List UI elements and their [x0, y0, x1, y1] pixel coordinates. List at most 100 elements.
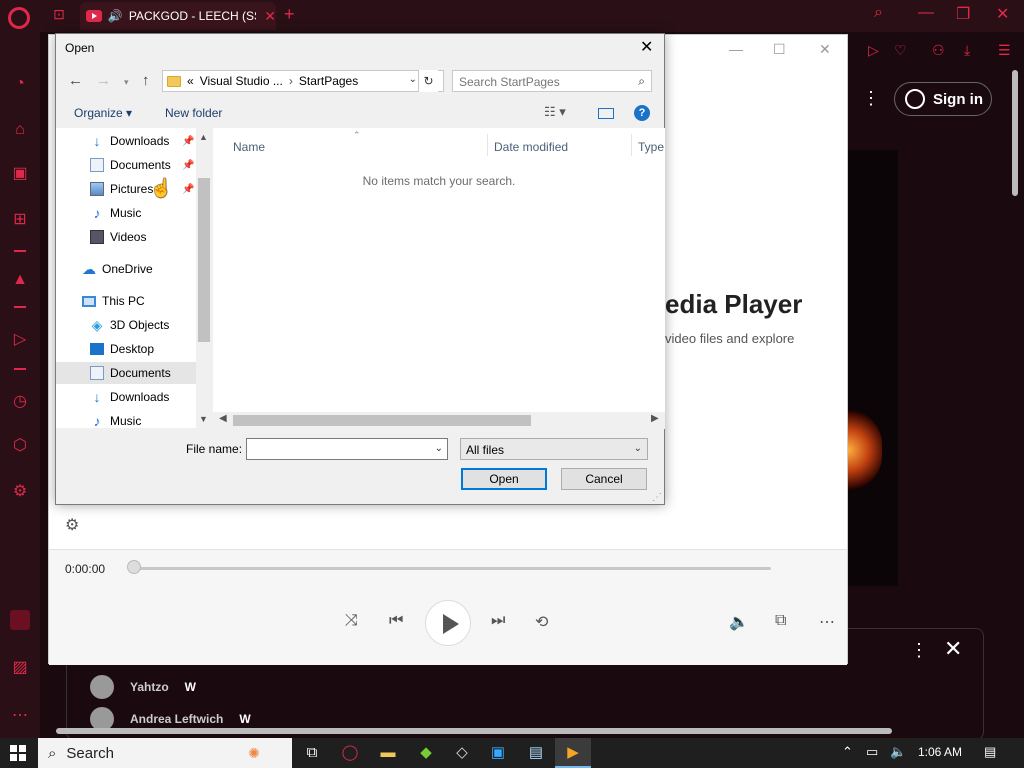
scroll-right-icon[interactable]: ▶ [651, 413, 659, 424]
speed-dial-icon[interactable]: ◔ [10, 74, 30, 94]
nav-item-desktop[interactable]: Desktop [56, 338, 196, 360]
repeat-icon[interactable]: ⟲ [535, 612, 548, 632]
address-bar[interactable]: « Visual Studio ... › StartPages ⌄ [162, 70, 444, 92]
nav-item-pictures[interactable]: Pictures [56, 178, 196, 200]
file-explorer-icon[interactable]: ▬ [378, 743, 398, 763]
roblox-icon[interactable]: ◇ [452, 743, 472, 763]
up-arrow-icon[interactable]: ↑ [142, 72, 150, 89]
store-icon[interactable]: ▣ [488, 743, 508, 763]
column-header-type[interactable]: Type [638, 140, 664, 154]
chat-close-icon[interactable]: ✕ [944, 636, 962, 662]
page-scrollbar[interactable] [1012, 70, 1018, 196]
column-header-name[interactable]: Name [233, 140, 265, 154]
pin-icon[interactable]: 📌 [182, 184, 194, 195]
address-dropdown-icon[interactable]: ⌄ [409, 74, 417, 85]
more-icon[interactable]: ⋯ [10, 706, 30, 726]
search-input[interactable]: Search StartPages ⌕ [452, 70, 652, 92]
forward-arrow-icon[interactable]: → [96, 72, 111, 89]
back-arrow-icon[interactable]: ← [68, 72, 83, 89]
tab-close-icon[interactable]: ✕ [264, 8, 276, 25]
nav-item-onedrive[interactable]: ☁ OneDrive [56, 258, 196, 280]
scrollbar-thumb[interactable] [233, 415, 531, 426]
miniplayer-icon[interactable]: ⧉ [775, 612, 786, 630]
search-icon[interactable]: ⌕ [874, 4, 883, 22]
file-name-dropdown-icon[interactable]: ⌄ [435, 443, 443, 454]
media-player-icon[interactable]: ▶ [563, 743, 583, 763]
play-button[interactable] [425, 600, 471, 646]
scrollbar-thumb[interactable] [198, 178, 210, 342]
nav-item-downloads[interactable]: ↓ Downloads [56, 130, 196, 152]
refresh-icon[interactable]: ↻ [418, 70, 438, 92]
heart-icon[interactable]: ♡ [894, 42, 907, 59]
scroll-down-icon[interactable]: ▼ [199, 414, 208, 424]
new-tab-button[interactable]: + [284, 4, 295, 25]
seek-handle[interactable] [127, 560, 141, 574]
seek-slider[interactable] [133, 567, 771, 570]
nav-item-3d-objects[interactable]: ◈ 3D Objects [56, 314, 196, 336]
organize-button[interactable]: Organize ▾ [74, 106, 132, 120]
tab-group-icon[interactable]: ⊡ [44, 6, 74, 26]
open-button[interactable]: Open [461, 468, 547, 490]
nav-pane-scrollbar[interactable]: ▲ ▼ [196, 128, 212, 428]
start-button[interactable] [10, 745, 26, 761]
volume-icon[interactable]: 🔈 [890, 744, 906, 760]
file-type-select[interactable]: All files ⌄ [460, 438, 648, 460]
volume-icon[interactable]: 🔈 [729, 612, 749, 632]
twitch-icon[interactable]: ▣ [10, 164, 30, 184]
workspace-icon[interactable] [10, 610, 30, 630]
breadcrumb-visual-studio[interactable]: Visual Studio ... [200, 74, 283, 88]
pin-icon[interactable]: 📌 [182, 136, 194, 147]
breadcrumb-separator[interactable]: › [289, 74, 293, 88]
view-options-icon[interactable]: ☷ ▾ [544, 104, 566, 120]
visual-studio-icon[interactable]: ◆ [416, 743, 436, 763]
restore-button[interactable]: ❐ [956, 4, 970, 24]
clock[interactable]: 1:06 AM [918, 745, 962, 759]
paint-icon[interactable]: ▤ [526, 743, 546, 763]
more-icon[interactable]: ⋯ [819, 612, 835, 632]
notifications-icon[interactable]: ▤ [984, 744, 996, 760]
scroll-left-icon[interactable]: ◀ [219, 413, 227, 424]
pin-icon[interactable]: 📌 [182, 160, 194, 171]
new-folder-button[interactable]: New folder [165, 106, 222, 120]
player-icon[interactable]: ▷ [10, 330, 30, 350]
tab-packgod[interactable]: 🔊 PACKGOD - LEECH (SSS ✕ [80, 2, 276, 30]
cancel-button[interactable]: Cancel [561, 468, 647, 490]
shield-icon[interactable]: ▷ [868, 42, 879, 59]
scrollbar-thumb[interactable] [56, 728, 892, 734]
next-icon[interactable]: ⏭ [491, 612, 505, 630]
dialog-close-icon[interactable]: ✕ [640, 37, 653, 57]
nav-item-music[interactable]: ♪ Music [56, 202, 196, 224]
nav-item-videos[interactable]: Videos [56, 226, 196, 248]
speaker-icon[interactable]: 🔊 [108, 9, 123, 23]
nav-item-music[interactable]: ♪ Music [56, 410, 196, 428]
previous-icon[interactable]: ⏮ [389, 612, 403, 630]
extensions-icon[interactable]: ⬡ [10, 436, 30, 456]
opera-logo-icon[interactable] [8, 7, 30, 29]
mp-settings-icon[interactable]: ⚙ [65, 515, 79, 535]
minimize-button[interactable]: — [918, 4, 934, 22]
preview-pane-icon[interactable] [598, 108, 614, 119]
help-icon[interactable]: ? [634, 105, 650, 121]
page-horizontal-scrollbar[interactable] [40, 724, 1010, 738]
avatar[interactable] [90, 675, 114, 699]
opera-taskbar-icon[interactable]: ◯ [340, 743, 360, 763]
resize-grip-icon[interactable]: ⋰ [652, 492, 662, 503]
mp-minimize-button[interactable]: — [729, 41, 743, 57]
recent-chevron-icon[interactable]: ▾ [124, 77, 129, 88]
shopping-icon[interactable]: ⌂ [10, 120, 30, 140]
breadcrumb-startpages[interactable]: StartPages [299, 74, 358, 88]
account-icon[interactable]: ⚇ [932, 42, 945, 59]
column-header-date-modified[interactable]: Date modified [494, 140, 568, 154]
video-player[interactable] [848, 150, 898, 586]
shuffle-icon[interactable]: ⤨ [345, 612, 358, 630]
settings-icon[interactable]: ⚙ [10, 482, 30, 502]
nav-item-documents[interactable]: Documents [56, 154, 196, 176]
sign-in-button[interactable]: Sign in [894, 82, 992, 116]
network-icon[interactable]: ▭ [866, 744, 878, 760]
mp-maximize-button[interactable]: ☐ [773, 41, 786, 58]
ai-icon[interactable]: ⊞ [10, 210, 30, 230]
file-name-input[interactable]: ⌄ [246, 438, 448, 460]
file-list-horizontal-scrollbar[interactable]: ◀ ▶ [213, 412, 665, 429]
nav-item-documents-selected[interactable]: Documents [56, 362, 196, 384]
breadcrumb-overflow[interactable]: « [187, 74, 194, 88]
